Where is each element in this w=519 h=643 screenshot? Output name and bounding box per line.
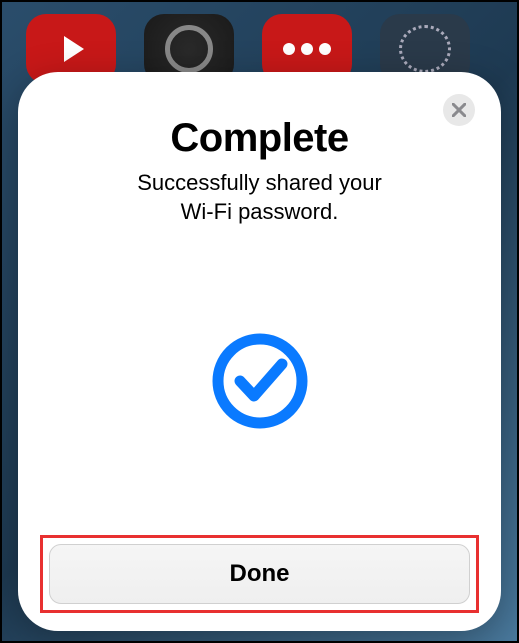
wifi-share-complete-modal: Complete Successfully shared your Wi-Fi …	[18, 72, 501, 631]
close-button[interactable]	[443, 94, 475, 126]
done-button-highlight: Done	[40, 535, 479, 613]
modal-subtitle: Successfully shared your Wi-Fi password.	[46, 169, 473, 226]
play-icon	[64, 36, 84, 62]
done-button[interactable]: Done	[49, 544, 470, 604]
checkmark-circle-icon	[210, 331, 310, 431]
modal-title: Complete	[46, 116, 473, 161]
success-indicator	[46, 226, 473, 535]
close-icon	[452, 103, 466, 117]
